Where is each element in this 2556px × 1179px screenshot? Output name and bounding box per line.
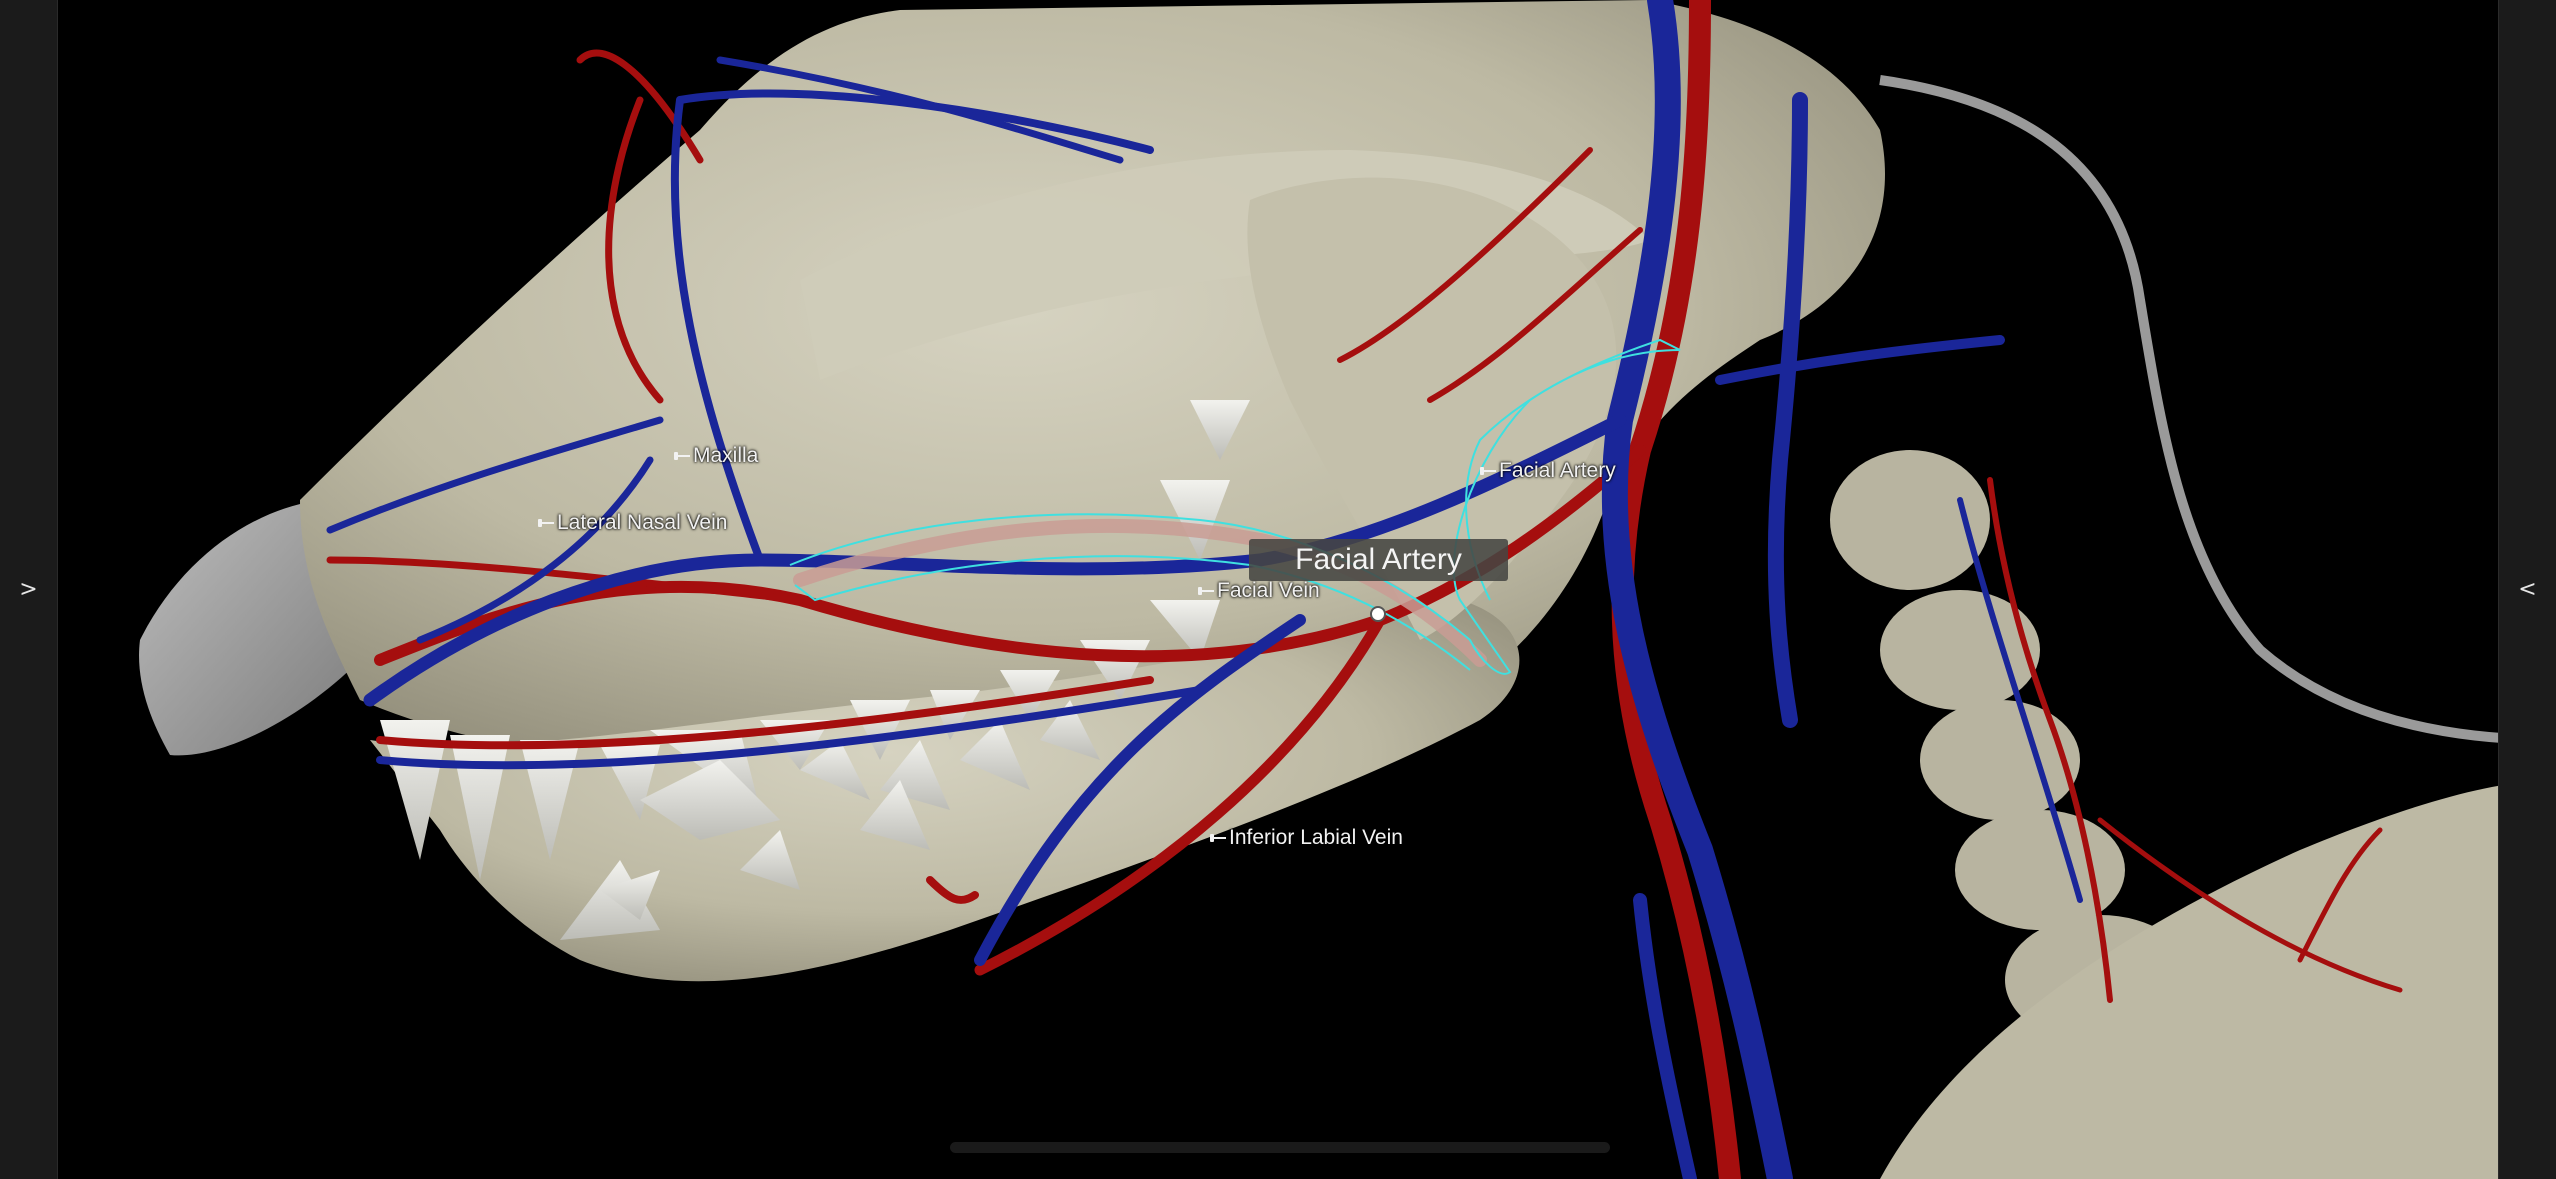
- label-facial-vein[interactable]: Facial Vein: [1198, 579, 1320, 603]
- pin-icon: [1480, 467, 1496, 475]
- pin-icon: [538, 519, 554, 527]
- pin-icon: [1198, 587, 1214, 595]
- label-lateral-nasal-vein[interactable]: Lateral Nasal Vein: [538, 511, 727, 535]
- selection-point-marker[interactable]: [1370, 606, 1386, 622]
- tooltip-title: Facial Artery: [1295, 543, 1462, 576]
- home-indicator[interactable]: [950, 1142, 1610, 1153]
- right-panel-toggle[interactable]: <: [2498, 0, 2556, 1179]
- pin-icon: [1210, 834, 1226, 842]
- left-panel-toggle[interactable]: >: [0, 0, 58, 1179]
- chevron-left-icon: <: [2518, 577, 2537, 602]
- label-maxilla[interactable]: Maxilla: [674, 444, 758, 468]
- pin-icon: [674, 452, 690, 460]
- selection-tooltip[interactable]: Facial Artery: [1249, 539, 1508, 581]
- chevron-right-icon: >: [19, 577, 38, 602]
- anatomy-viewer[interactable]: > < Maxilla Lateral Nasal Vein Facial Ve…: [0, 0, 2556, 1179]
- label-facial-artery[interactable]: Facial Artery: [1480, 459, 1616, 483]
- label-inferior-labial-vein[interactable]: Inferior Labial Vein: [1210, 826, 1403, 850]
